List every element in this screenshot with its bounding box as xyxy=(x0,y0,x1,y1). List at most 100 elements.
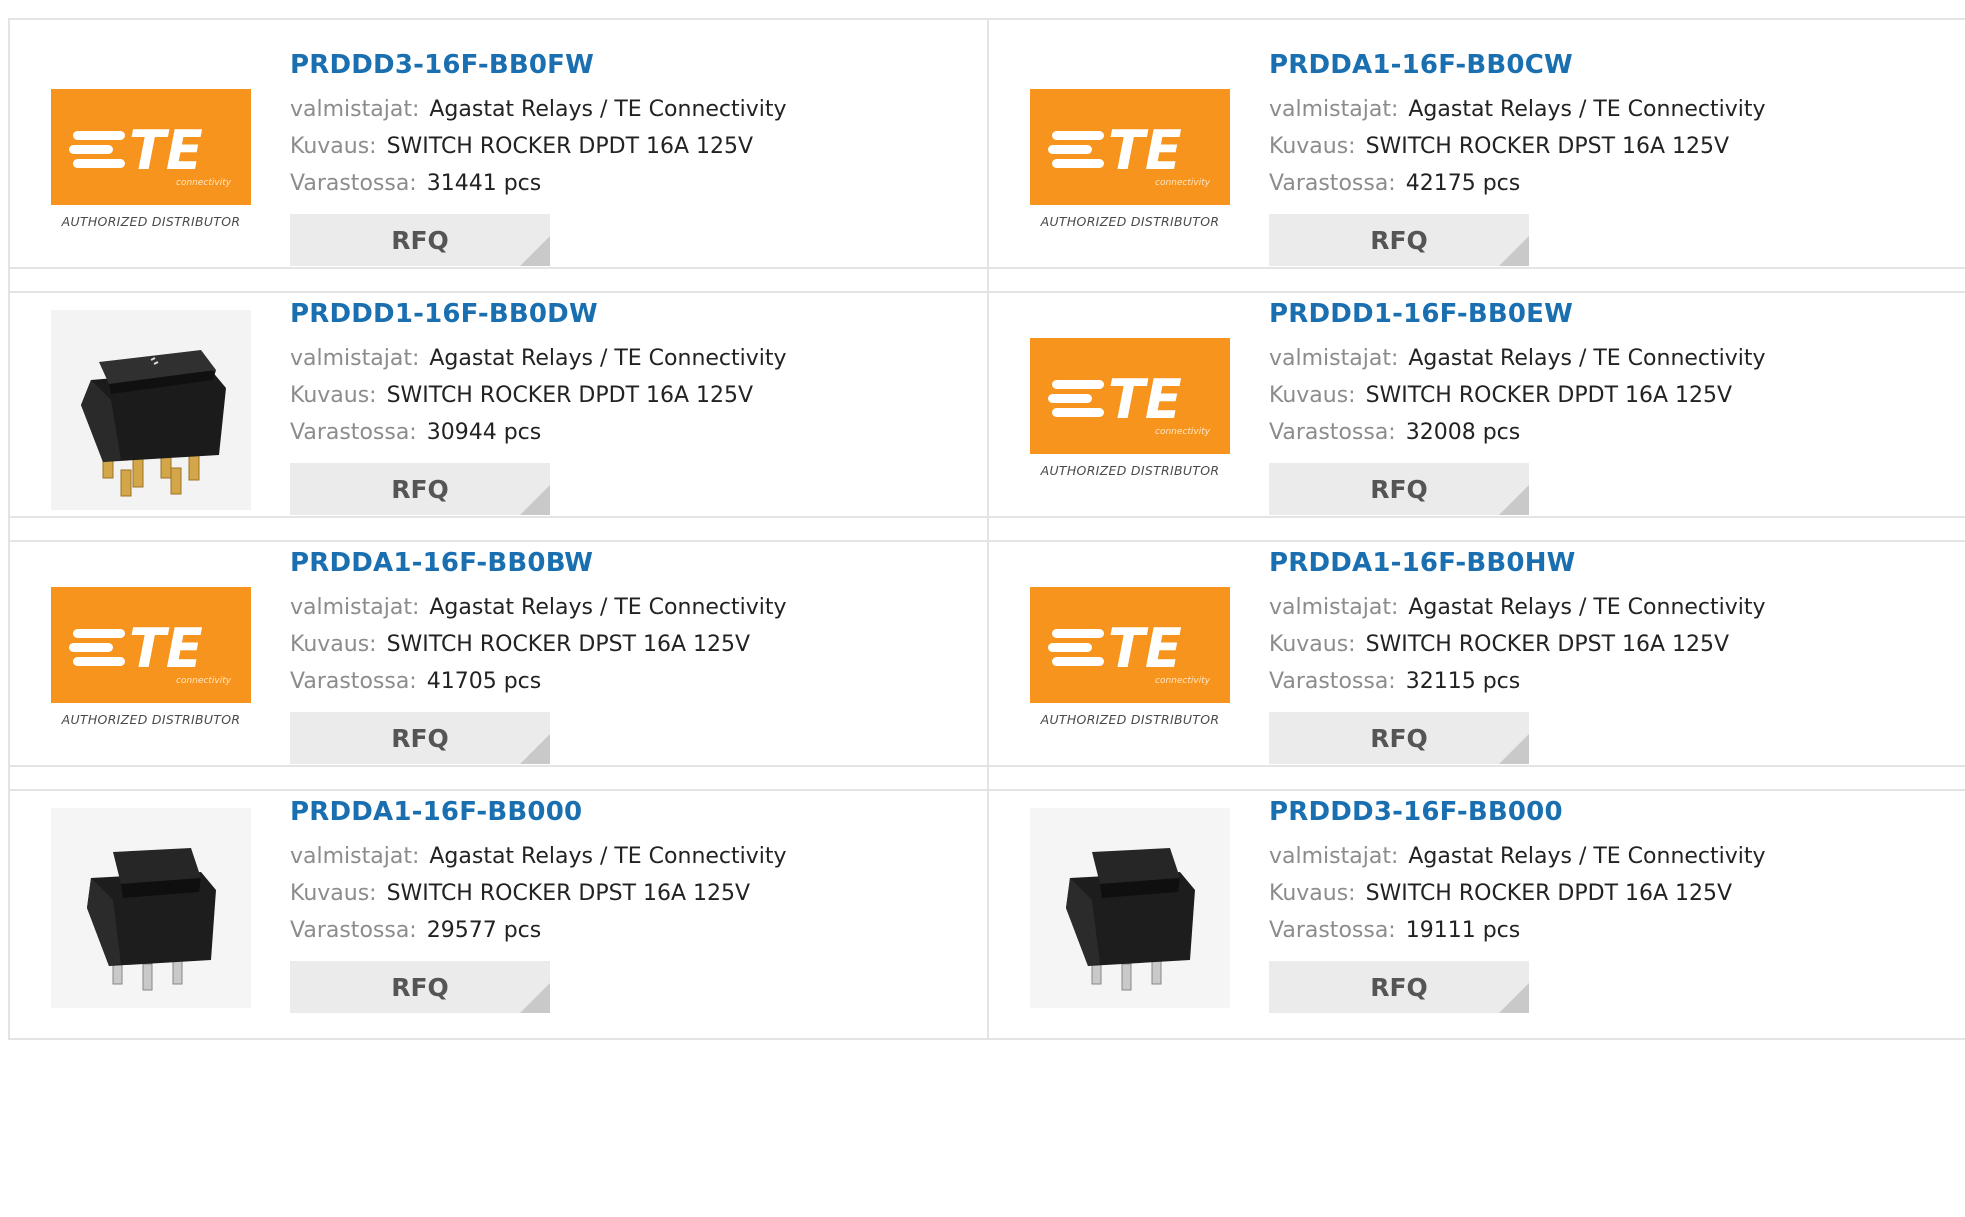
rfq-button[interactable]: RFQ xyxy=(290,712,550,764)
te-logo-badge: TE connectivity xyxy=(1030,88,1230,205)
description-label: Kuvaus: xyxy=(1269,632,1356,657)
svg-text:connectivity: connectivity xyxy=(1155,178,1211,188)
stock-label: Varastossa: xyxy=(290,669,417,694)
part-number-link[interactable]: PRDDA1-16F-BB0BW xyxy=(290,548,787,578)
product-info: PRDDA1-16F-BB0HW valmistajat: Agastat Rel… xyxy=(1269,548,1766,764)
rfq-button-label: RFQ xyxy=(1370,972,1428,1002)
te-logo-badge: TE connectivity xyxy=(1030,337,1230,454)
stock-label: Varastossa: xyxy=(1269,918,1396,943)
product-card: TE connectivity AUTHORIZED DISTRIBUTOR P… xyxy=(10,518,987,789)
te-logo-icon: TE connectivity xyxy=(1048,119,1211,188)
description-label: Kuvaus: xyxy=(1269,881,1356,906)
te-logo-badge: TE connectivity xyxy=(51,88,251,205)
manufacturer-label: valmistajat: xyxy=(290,346,420,371)
product-image[interactable] xyxy=(50,807,252,1009)
description-line: Kuvaus: SWITCH ROCKER DPDT 16A 125V xyxy=(1269,875,1766,912)
manufacturer-value: Agastat Relays / TE Connectivity xyxy=(429,595,787,620)
product-row: PRDDA1-16F-BB000 valmistajat: Agastat Rel… xyxy=(8,765,1965,1040)
product-info: PRDDA1-16F-BB0BW valmistajat: Agastat Rel… xyxy=(290,548,787,764)
part-number-link[interactable]: PRDDD1-16F-BB0DW xyxy=(290,299,787,329)
stock-label: Varastossa: xyxy=(1269,420,1396,445)
stock-line: Varastossa: 19111 pcs xyxy=(1269,912,1766,949)
te-logo-text: TE xyxy=(1108,617,1182,680)
description-label: Kuvaus: xyxy=(1269,383,1356,408)
description-value: SWITCH ROCKER DPST 16A 125V xyxy=(1365,134,1730,159)
part-number-link[interactable]: PRDDD3-16F-BB000 xyxy=(1269,797,1766,827)
te-authorized-distributor-logo: TE connectivity AUTHORIZED DISTRIBUTOR xyxy=(51,88,251,234)
te-logo-icon: TE connectivity xyxy=(69,119,232,188)
product-image[interactable]: TE connectivity AUTHORIZED DISTRIBUTOR xyxy=(1029,558,1231,760)
authorized-distributor-text: AUTHORIZED DISTRIBUTOR xyxy=(1040,711,1220,727)
product-info: PRDDA1-16F-BB000 valmistajat: Agastat Rel… xyxy=(290,797,787,1013)
rfq-button[interactable]: RFQ xyxy=(1269,712,1529,764)
description-value: SWITCH ROCKER DPDT 16A 125V xyxy=(386,134,754,159)
te-authorized-distributor-logo: TE connectivity AUTHORIZED DISTRIBUTOR xyxy=(1030,88,1230,234)
corner-triangle-icon xyxy=(1499,485,1529,515)
te-authorized-distributor-logo: TE connectivity AUTHORIZED DISTRIBUTOR xyxy=(1030,337,1230,483)
corner-triangle-icon xyxy=(1499,734,1529,764)
rfq-button-label: RFQ xyxy=(1370,474,1428,504)
stock-line: Varastossa: 31441 pcs xyxy=(290,165,787,202)
manufacturer-label: valmistajat: xyxy=(290,97,420,122)
description-value: SWITCH ROCKER DPDT 16A 125V xyxy=(1365,383,1733,408)
stock-value: 42175 pcs xyxy=(1405,171,1521,196)
manufacturer-value: Agastat Relays / TE Connectivity xyxy=(1408,595,1766,620)
corner-triangle-icon xyxy=(520,485,550,515)
rfq-button[interactable]: RFQ xyxy=(1269,463,1529,515)
manufacturer-line: valmistajat: Agastat Relays / TE Connecti… xyxy=(1269,589,1766,626)
te-logo-icon: TE connectivity xyxy=(1048,617,1211,686)
part-number-link[interactable]: PRDDD3-16F-BB0FW xyxy=(290,50,787,80)
manufacturer-line: valmistajat: Agastat Relays / TE Connecti… xyxy=(290,589,787,626)
description-line: Kuvaus: SWITCH ROCKER DPST 16A 125V xyxy=(290,875,787,912)
part-number-link[interactable]: PRDDA1-16F-BB0HW xyxy=(1269,548,1766,578)
rocker-switch-image xyxy=(51,808,251,1008)
product-image[interactable]: TE connectivity AUTHORIZED DISTRIBUTOR xyxy=(50,558,252,760)
manufacturer-label: valmistajat: xyxy=(1269,346,1399,371)
corner-triangle-icon xyxy=(520,734,550,764)
rfq-button[interactable]: RFQ xyxy=(1269,214,1529,266)
manufacturer-line: valmistajat: Agastat Relays / TE Connecti… xyxy=(1269,340,1766,377)
product-info: PRDDD3-16F-BB0FW valmistajat: Agastat Rel… xyxy=(290,50,787,266)
rfq-button[interactable]: RFQ xyxy=(1269,961,1529,1013)
te-authorized-distributor-logo: TE connectivity AUTHORIZED DISTRIBUTOR xyxy=(51,586,251,732)
rfq-button-label: RFQ xyxy=(1370,225,1428,255)
stock-value: 29577 pcs xyxy=(426,918,542,943)
product-image[interactable]: TE connectivity AUTHORIZED DISTRIBUTOR xyxy=(1029,60,1231,262)
corner-triangle-icon xyxy=(520,236,550,266)
stock-line: Varastossa: 30944 pcs xyxy=(290,414,787,451)
product-image[interactable] xyxy=(50,309,252,511)
description-value: SWITCH ROCKER DPDT 16A 125V xyxy=(386,383,754,408)
rfq-button[interactable]: RFQ xyxy=(290,961,550,1013)
te-logo-icon: TE connectivity xyxy=(69,617,232,686)
part-number-link[interactable]: PRDDD1-16F-BB0EW xyxy=(1269,299,1766,329)
rfq-button[interactable]: RFQ xyxy=(290,463,550,515)
rocker-switch-image xyxy=(51,310,251,510)
description-label: Kuvaus: xyxy=(290,632,377,657)
manufacturer-line: valmistajat: Agastat Relays / TE Connecti… xyxy=(1269,838,1766,875)
authorized-distributor-text: AUTHORIZED DISTRIBUTOR xyxy=(61,213,241,229)
rfq-button[interactable]: RFQ xyxy=(290,214,550,266)
description-label: Kuvaus: xyxy=(1269,134,1356,159)
te-authorized-distributor-logo: TE connectivity AUTHORIZED DISTRIBUTOR xyxy=(1030,586,1230,732)
product-card: TE connectivity AUTHORIZED DISTRIBUTOR P… xyxy=(987,20,1964,291)
product-info: PRDDD1-16F-BB0DW valmistajat: Agastat Rel… xyxy=(290,299,787,515)
product-image[interactable]: TE connectivity AUTHORIZED DISTRIBUTOR xyxy=(50,60,252,262)
product-image[interactable] xyxy=(1029,807,1231,1009)
te-logo-text: TE xyxy=(129,119,203,182)
rfq-button-label: RFQ xyxy=(391,225,449,255)
stock-label: Varastossa: xyxy=(290,171,417,196)
product-image[interactable]: TE connectivity AUTHORIZED DISTRIBUTOR xyxy=(1029,309,1231,511)
manufacturer-line: valmistajat: Agastat Relays / TE Connecti… xyxy=(290,838,787,875)
stock-value: 41705 pcs xyxy=(426,669,542,694)
manufacturer-value: Agastat Relays / TE Connectivity xyxy=(429,346,787,371)
svg-text:connectivity: connectivity xyxy=(176,676,232,686)
part-number-link[interactable]: PRDDA1-16F-BB0CW xyxy=(1269,50,1766,80)
stock-value: 32008 pcs xyxy=(1405,420,1521,445)
product-row: TE connectivity AUTHORIZED DISTRIBUTOR P… xyxy=(8,18,1965,293)
part-number-link[interactable]: PRDDA1-16F-BB000 xyxy=(290,797,787,827)
product-card: PRDDD1-16F-BB0DW valmistajat: Agastat Rel… xyxy=(10,269,987,540)
stock-value: 19111 pcs xyxy=(1405,918,1521,943)
manufacturer-line: valmistajat: Agastat Relays / TE Connecti… xyxy=(1269,91,1766,128)
description-label: Kuvaus: xyxy=(290,881,377,906)
te-logo-badge: TE connectivity xyxy=(1030,586,1230,703)
